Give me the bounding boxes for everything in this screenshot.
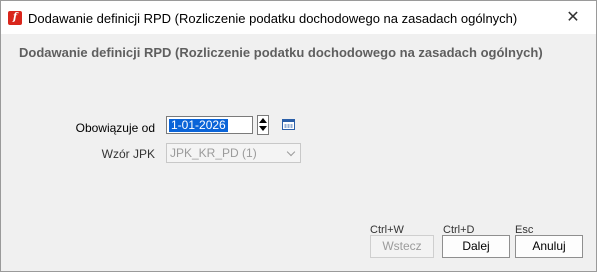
app-logo-icon: f xyxy=(8,11,22,25)
back-button: Wstecz xyxy=(370,235,434,258)
arrow-up-icon[interactable] xyxy=(258,116,268,125)
calendar-icon[interactable] xyxy=(281,117,297,132)
dialog-header: Dodawanie definicji RPD (Rozliczenie pod… xyxy=(19,45,543,60)
date-input[interactable]: 1-01-2026 xyxy=(166,116,253,134)
window-title: Dodawanie definicji RPD (Rozliczenie pod… xyxy=(28,11,518,26)
date-label: Obowiązuje od xyxy=(75,121,155,135)
cancel-button[interactable]: Anuluj xyxy=(515,235,583,258)
close-button[interactable]: ✕ xyxy=(550,1,596,34)
date-value: 1-01-2026 xyxy=(169,118,228,132)
title-bar: f Dodawanie definicji RPD (Rozliczenie p… xyxy=(1,1,596,34)
date-spinner[interactable] xyxy=(257,115,269,135)
template-label: Wzór JPK xyxy=(101,147,155,161)
template-select: JPK_KR_PD (1) xyxy=(166,143,301,163)
dialog-window: f Dodawanie definicji RPD (Rozliczenie p… xyxy=(0,0,597,272)
next-button[interactable]: Dalej xyxy=(442,235,510,258)
chevron-down-icon xyxy=(286,148,296,158)
template-value: JPK_KR_PD (1) xyxy=(170,146,257,160)
arrow-down-icon[interactable] xyxy=(258,125,268,134)
